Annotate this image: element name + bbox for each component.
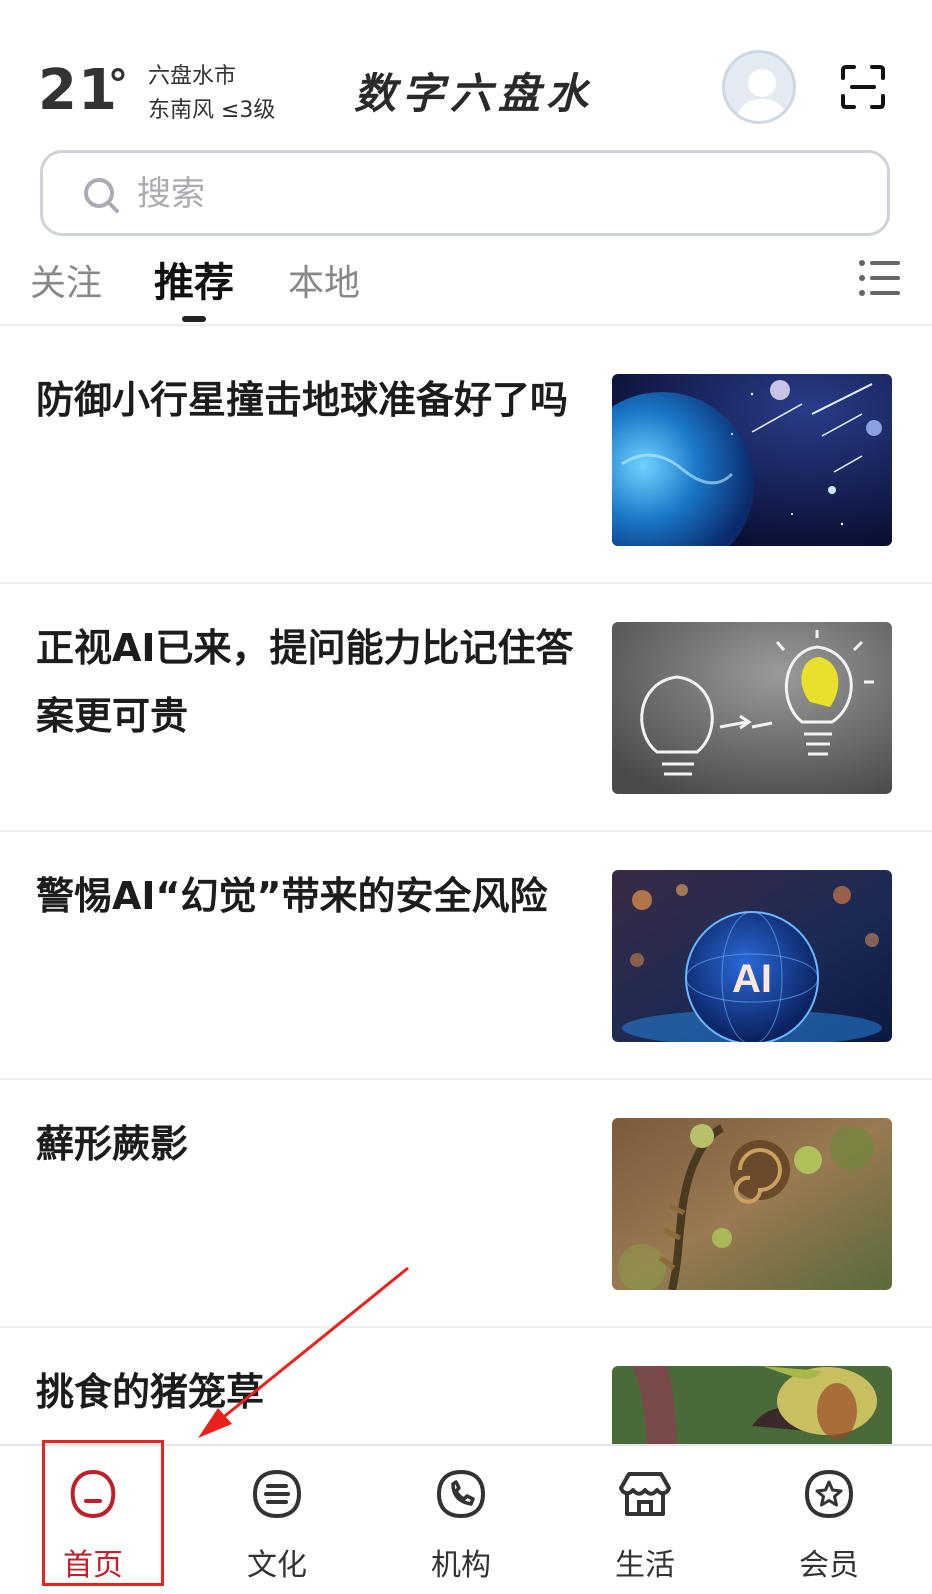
news-card[interactable]: 警惕AI“幻觉”带来的安全风险 AI [0,832,932,1080]
search-input[interactable] [137,167,837,221]
culture-icon [252,1469,302,1519]
temperature: 21 [38,58,118,123]
scan-icon[interactable] [840,64,886,110]
news-title[interactable]: 蘚形蕨影 [36,1110,576,1178]
channel-menu-icon[interactable] [858,258,902,298]
active-tab-indicator [182,316,206,322]
news-feed: 防御小行星撞击地球准备好了吗 正视AI已来，提问能力比记住答案更可贵 警惕AI“… [0,336,932,1444]
lightbulb-chalk-image[interactable] [612,622,892,794]
pitcher-plant-image[interactable] [612,1366,892,1444]
svg-text:AI: AI [732,957,772,1001]
member-star-icon [804,1469,854,1519]
planet-space-image[interactable] [612,374,892,546]
news-card[interactable]: 正视AI已来，提问能力比记住答案更可贵 [0,584,932,832]
tab-culture[interactable]: 文化 [184,1446,370,1594]
tab-label: 生活 [615,1548,675,1583]
news-title[interactable]: 警惕AI“幻觉”带来的安全风险 [36,862,576,930]
app-title: 数字六盘水 [354,69,595,118]
weather-city: 六盘水市 [148,64,237,89]
tab-label: 文化 [247,1548,307,1583]
user-avatar-icon [735,69,789,121]
tab-member[interactable]: 会员 [736,1446,922,1594]
tab-local[interactable]: 本地 [288,254,360,306]
channel-tabs: 关注 推荐 本地 [0,244,932,324]
search-bar[interactable] [40,150,890,236]
news-title[interactable]: 正视AI已来，提问能力比记住答案更可贵 [36,614,576,750]
avatar[interactable] [722,50,796,124]
fern-fiddlehead-image[interactable] [612,1118,892,1290]
tab-label: 会员 [799,1548,859,1583]
news-card[interactable]: 防御小行星撞击地球准备好了吗 [0,336,932,584]
annotation-arrow-icon [198,1266,409,1438]
tab-follow[interactable]: 关注 [30,254,102,306]
annotation-highlight-box [42,1440,164,1586]
weather-wind: 东南风 ≤3级 [148,98,276,123]
shop-icon [619,1472,671,1516]
phone-icon [436,1469,486,1519]
news-card[interactable]: 蘚形蕨影 [0,1080,932,1328]
tab-label: 机构 [431,1548,491,1583]
tab-recommend[interactable]: 推荐 [154,250,234,308]
tab-institution[interactable]: 机构 [368,1446,554,1594]
news-title[interactable]: 防御小行星撞击地球准备好了吗 [36,366,576,434]
ai-sphere-image[interactable]: AI [612,870,892,1042]
divider [0,324,932,326]
search-icon [84,178,119,213]
degree-symbol: ° [108,62,128,108]
tab-life[interactable]: 生活 [552,1446,738,1594]
header: 21 ° 六盘水市 东南风 ≤3级 数字六盘水 [0,0,932,140]
news-card[interactable]: 挑食的猪笼草 [0,1328,932,1444]
